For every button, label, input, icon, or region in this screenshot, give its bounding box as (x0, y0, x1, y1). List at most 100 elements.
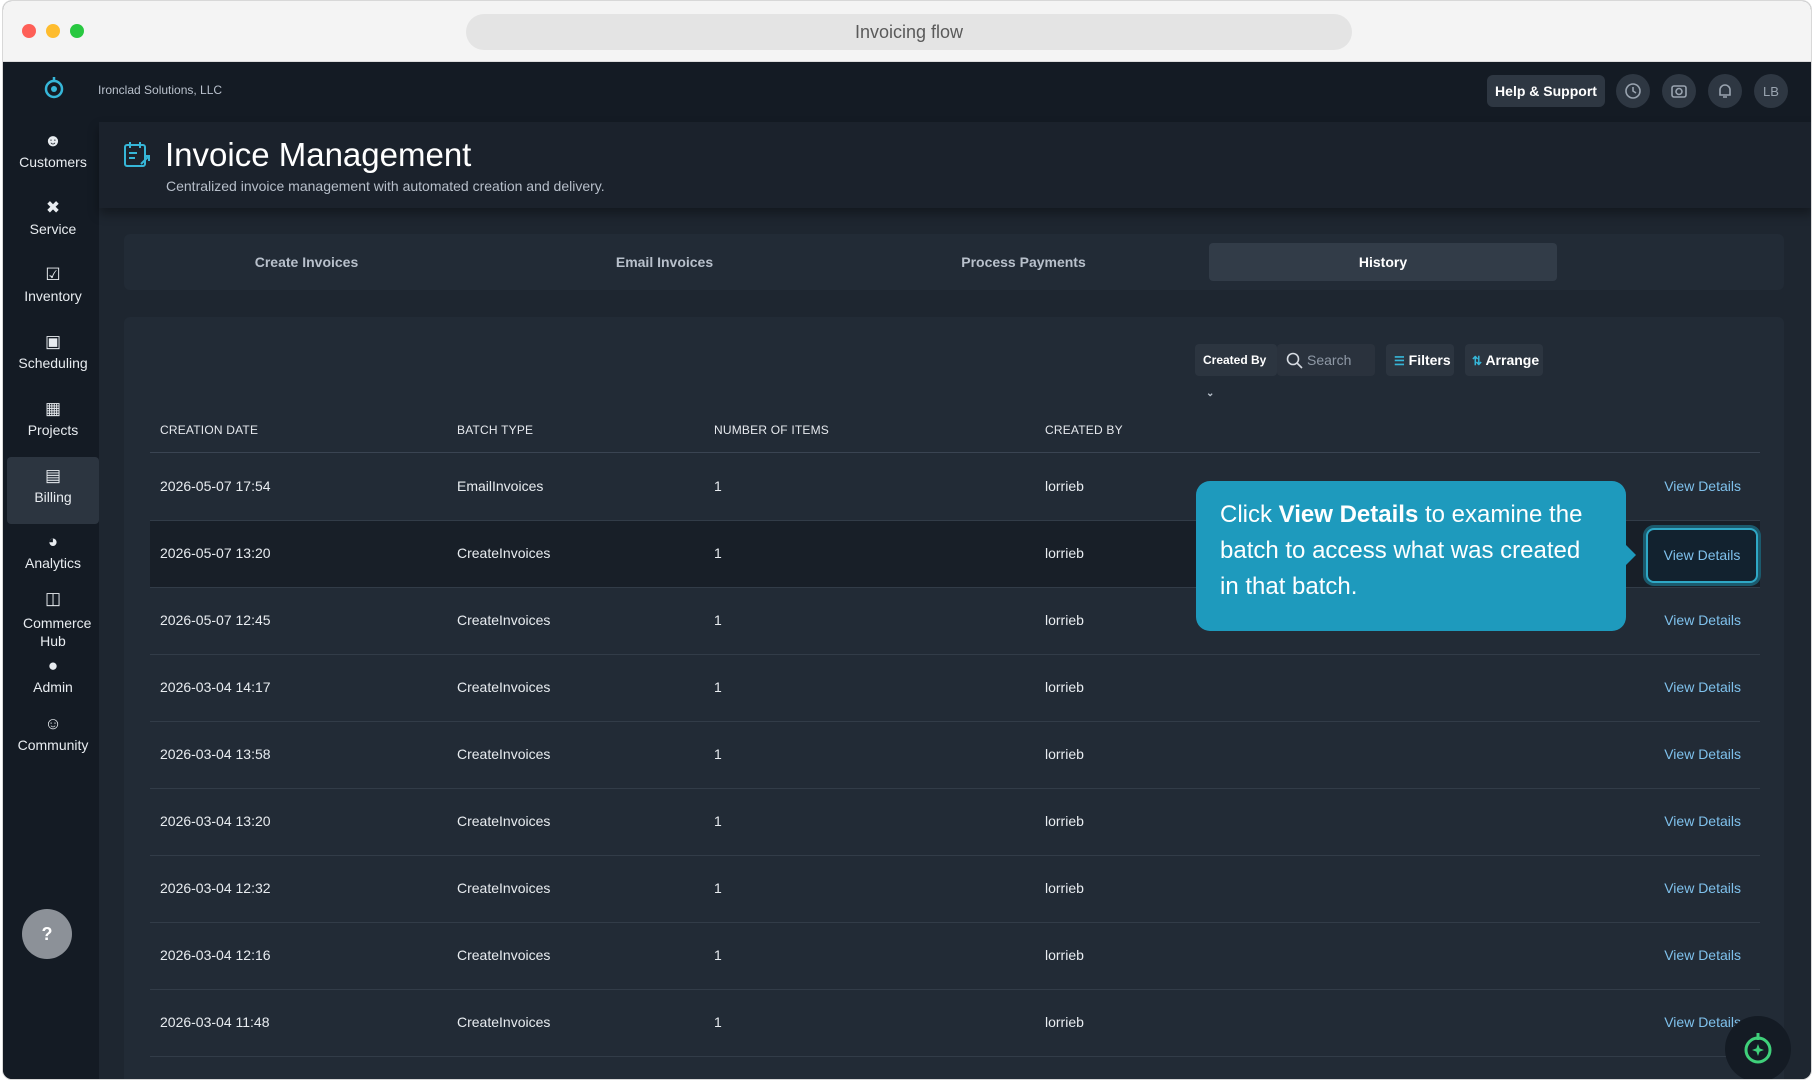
sidebar-item-label: Community (17, 737, 89, 753)
creation-date-cell: 2026-03-04 13:58 (160, 746, 271, 762)
view-details-label: View Details (1663, 547, 1741, 563)
chevron-down-icon: ⌄ (1206, 388, 1215, 399)
view-details-highlighted-button[interactable]: View Details (1646, 528, 1758, 583)
arrange-button[interactable]: ⇅ Arrange (1465, 344, 1543, 376)
created-by-cell: lorrieb (1045, 612, 1084, 628)
tab-create-invoices[interactable]: Create Invoices (134, 243, 479, 281)
help-button[interactable]: ? (22, 909, 72, 959)
sidebar-item-label: Analytics (24, 555, 82, 571)
creation-date-cell: 2026-05-07 13:20 (160, 545, 271, 561)
tab-email-invoices[interactable]: Email Invoices (492, 243, 837, 281)
number-of-items-cell: 1 (714, 947, 722, 963)
close-window-button[interactable] (22, 24, 36, 38)
table-row: 2026-03-04 12:32 CreateInvoices 1 lorrie… (150, 856, 1760, 923)
created-by-cell: lorrieb (1045, 679, 1084, 695)
created-by-dropdown[interactable]: Created By ⌄ (1195, 344, 1277, 399)
bank-icon: ▤ (44, 466, 62, 485)
sidebar-item-label: Billing (34, 489, 72, 505)
view-details-link[interactable]: View Details (1664, 1014, 1741, 1030)
sidebar-item-inventory[interactable]: ☑ Inventory (7, 264, 99, 324)
community-icon: ☺ (44, 714, 62, 733)
number-of-items-cell: 1 (714, 746, 722, 762)
batch-type-cell: CreateInvoices (457, 612, 551, 628)
tab-history[interactable]: History (1209, 243, 1557, 281)
sidebar-item-service[interactable]: ✖ Service (7, 197, 99, 257)
tooltip-bold: View Details (1278, 501, 1419, 528)
table-row: 2026-03-04 13:58 CreateInvoices 1 lorrie… (150, 722, 1760, 789)
table-row: 2026-03-04 13:20 CreateInvoices 1 lorrie… (150, 789, 1760, 856)
app-window: Invoicing flow Ironclad Solutions, LLC H… (2, 0, 1812, 1080)
bell-icon[interactable] (1708, 74, 1742, 108)
table-row: 2026-03-04 11:48 CreateInvoices 1 lorrie… (150, 990, 1760, 1057)
sidebar-item-admin[interactable]: ● Admin (7, 655, 99, 715)
created-by-label: Created By (1203, 353, 1267, 367)
camera-icon[interactable] (1662, 74, 1696, 108)
sidebar-item-commerce-hub[interactable]: ◫ Commerce Hub (7, 588, 99, 658)
view-details-link[interactable]: View Details (1664, 880, 1741, 896)
maximize-window-button[interactable] (70, 24, 84, 38)
batch-type-cell: EmailInvoices (457, 478, 544, 494)
address-bar[interactable]: Invoicing flow (466, 14, 1352, 50)
column-header-number-of-items[interactable]: NUMBER OF ITEMS (714, 423, 829, 437)
view-details-link[interactable]: View Details (1664, 478, 1741, 494)
view-details-link[interactable]: View Details (1664, 947, 1741, 963)
sidebar-item-billing[interactable]: ▤ Billing (7, 457, 99, 524)
table-header: CREATION DATE BATCH TYPE NUMBER OF ITEMS… (150, 403, 1760, 453)
number-of-items-cell: 1 (714, 612, 722, 628)
filters-button[interactable]: ☰ Filters (1386, 344, 1454, 376)
arrange-icon: ⇅ (1472, 354, 1483, 368)
search-input[interactable]: Search (1277, 344, 1375, 376)
sidebar-item-label: Projects (27, 422, 79, 438)
sidebar-item-label: Admin (33, 679, 73, 695)
sidebar-item-projects[interactable]: ▦ Projects (7, 398, 99, 458)
table-row: 2026-03-04 14:17 CreateInvoices 1 lorrie… (150, 655, 1760, 722)
tooltip-prefix: Click (1220, 501, 1279, 528)
created-by-cell: lorrieb (1045, 880, 1084, 896)
created-by-cell: lorrieb (1045, 478, 1084, 494)
sidebar-item-label: Service (29, 221, 77, 237)
sidebar-item-analytics[interactable]: ◕ Analytics (7, 531, 99, 591)
number-of-items-cell: 1 (714, 1014, 722, 1030)
view-details-link[interactable]: View Details (1664, 679, 1741, 695)
column-header-created-by[interactable]: CREATED BY (1045, 423, 1123, 437)
sidebar-item-label: Scheduling (18, 355, 88, 371)
filter-icon: ☰ (1394, 354, 1405, 368)
app-logo-icon[interactable] (41, 75, 67, 101)
tab-process-payments[interactable]: Process Payments (851, 243, 1196, 281)
batch-type-cell: CreateInvoices (457, 947, 551, 963)
number-of-items-cell: 1 (714, 813, 722, 829)
user-avatar[interactable]: LB (1754, 74, 1788, 108)
store-icon: ◫ (44, 589, 62, 608)
invoice-icon (124, 142, 150, 167)
batch-type-cell: CreateInvoices (457, 1014, 551, 1030)
column-header-creation-date[interactable]: CREATION DATE (160, 423, 258, 437)
created-by-cell: lorrieb (1045, 746, 1084, 762)
guide-tooltip: Click View Details to examine the batch … (1196, 481, 1636, 631)
sidebar-item-scheduling[interactable]: ▣ Scheduling (7, 331, 99, 391)
batch-type-cell: CreateInvoices (457, 679, 551, 695)
view-details-link[interactable]: View Details (1664, 612, 1741, 628)
history-icon[interactable] (1616, 74, 1650, 108)
table-row: 2026-03-04 12:16 CreateInvoices 1 lorrie… (150, 923, 1760, 990)
company-name: Ironclad Solutions, LLC (98, 83, 223, 97)
creation-date-cell: 2026-03-04 13:20 (160, 813, 271, 829)
history-panel: Created By ⌄ Search ☰ Filters ⇅ Arrange … (124, 317, 1784, 1079)
page-title: Invoice Management (165, 136, 472, 173)
created-by-cell: lorrieb (1045, 947, 1084, 963)
filters-label: Filters (1408, 352, 1451, 368)
creation-date-cell: 2026-03-04 14:17 (160, 679, 271, 695)
view-details-link[interactable]: View Details (1664, 813, 1741, 829)
help-support-button[interactable]: Help & Support (1487, 75, 1605, 107)
view-details-link[interactable]: View Details (1664, 746, 1741, 762)
column-header-batch-type[interactable]: BATCH TYPE (457, 423, 533, 437)
sidebar-item-community[interactable]: ☺ Community (7, 713, 99, 773)
created-by-cell: lorrieb (1045, 813, 1084, 829)
calendar-icon: ▣ (44, 332, 62, 351)
inventory-icon: ☑ (45, 265, 61, 284)
search-placeholder: Search (1307, 352, 1352, 368)
tab-bar: Create Invoices Email Invoices Process P… (124, 234, 1784, 290)
assistant-button[interactable] (1725, 1016, 1791, 1079)
sidebar-item-customers[interactable]: ☻ Customers (7, 130, 99, 190)
minimize-window-button[interactable] (46, 24, 60, 38)
creation-date-cell: 2026-05-07 17:54 (160, 478, 271, 494)
